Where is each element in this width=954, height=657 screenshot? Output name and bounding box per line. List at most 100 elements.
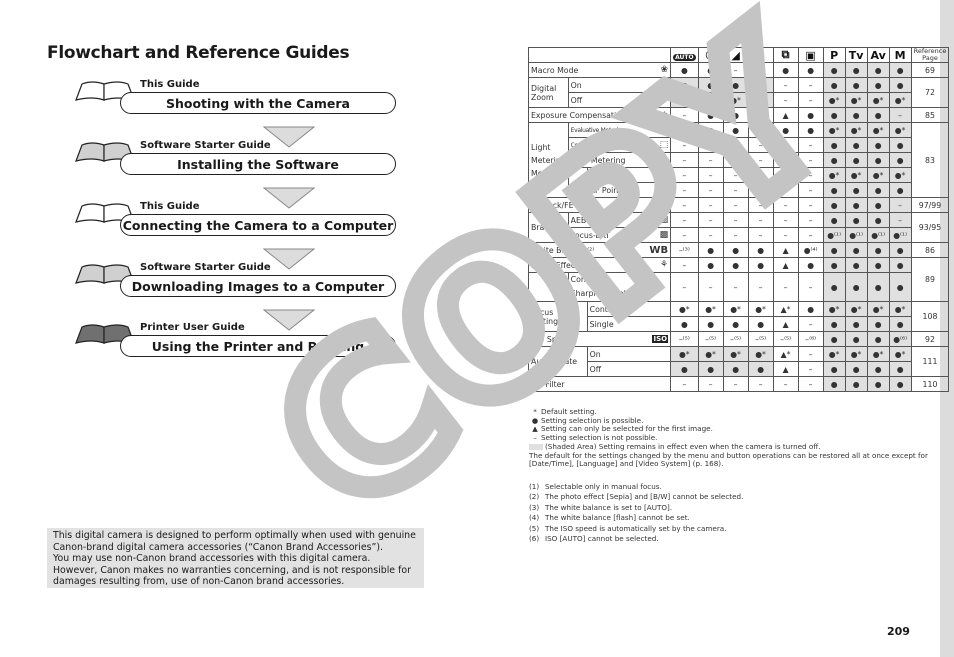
table-row: AF Point – – – – – – ● ● ● ● bbox=[529, 182, 949, 198]
table-cell: –⁽⁵⁾ bbox=[722, 331, 749, 347]
row-label: On bbox=[586, 346, 671, 362]
table-cell: ●* bbox=[822, 92, 846, 108]
footnote-text: The ISO speed is automatically set by th… bbox=[545, 523, 727, 533]
reference-page: 110 bbox=[910, 376, 950, 392]
row-label: Off bbox=[586, 361, 671, 377]
table-cell: – bbox=[772, 92, 799, 108]
table-cell: ●* bbox=[822, 122, 846, 138]
table-cell: ● bbox=[822, 137, 846, 153]
table-cell: ● bbox=[722, 257, 749, 273]
table-cell: ● bbox=[866, 77, 890, 93]
table-cell: ● bbox=[844, 152, 868, 168]
table-cell: ●* bbox=[822, 346, 846, 362]
table-cell: ● bbox=[844, 257, 868, 273]
reference-page: 92 bbox=[910, 331, 950, 347]
table-row: Off ●* ●* ●* ●* – – ●* ●* ●* ●* bbox=[529, 92, 949, 108]
table-row: White Balance⁽²⁾ WB –⁽³⁾ ● ● ● ▲ ●⁽⁴⁾ ● ● ● ● 86 bbox=[528, 242, 950, 258]
table-cell: – bbox=[772, 152, 799, 168]
settings-reference-table: AUTO ☺ ◢ ✶ ⧉ ▣ P Tv Av M Reference Page … bbox=[527, 47, 950, 392]
legend-text: Setting can only be selected for the fir… bbox=[541, 424, 713, 434]
table-cell: ●* bbox=[866, 167, 890, 183]
table-cell: ● bbox=[670, 62, 699, 78]
table-cell: ▲* bbox=[772, 301, 799, 317]
row-label: Evaluative Metering bbox=[567, 122, 648, 138]
table-cell: – bbox=[670, 197, 699, 213]
guide-label: This Guide bbox=[140, 201, 200, 212]
table-cell: – bbox=[722, 182, 749, 198]
table-cell: ●* bbox=[866, 301, 890, 317]
table-cell: ● bbox=[888, 272, 912, 302]
table-cell: –⁽⁵⁾ bbox=[670, 331, 699, 347]
table-cell: – bbox=[772, 272, 799, 302]
table-cell: ● bbox=[844, 316, 868, 332]
footnote: (3) The white balance is set to [AUTO]. bbox=[529, 503, 743, 513]
notice-line: Canon-brand digital camera accessories (… bbox=[53, 541, 384, 553]
footnote: (1) Selectable only in manual focus. bbox=[529, 482, 743, 492]
table-cell: ● bbox=[844, 197, 868, 213]
table-cell: ● bbox=[844, 361, 868, 377]
table-cell: ●* bbox=[866, 122, 890, 138]
reference-page: 111 bbox=[910, 346, 950, 377]
table-cell: ● bbox=[797, 62, 824, 78]
table-row: Contrast/Sharpness/Saturation – – – – – – ● ● ● ● bbox=[528, 272, 949, 302]
footnote-text: The white balance [flash] cannot be set. bbox=[545, 513, 690, 523]
table-cell: ●* bbox=[866, 346, 890, 362]
table-cell: – bbox=[747, 182, 774, 198]
table-cell: ● bbox=[844, 137, 868, 153]
table-cell: ● bbox=[866, 376, 890, 392]
iso-icon: ISO bbox=[647, 331, 672, 347]
table-cell: ●* bbox=[747, 92, 774, 108]
table-cell: – bbox=[747, 272, 774, 302]
table-cell: ●⁽¹⁾ bbox=[822, 227, 846, 243]
table-cell: ● bbox=[747, 122, 774, 138]
table-cell: ●* bbox=[888, 346, 912, 362]
table-cell: ● bbox=[866, 152, 890, 168]
reference-page: 93/95 bbox=[910, 212, 950, 243]
footnote-number: (5) bbox=[529, 523, 540, 533]
table-cell: ● bbox=[697, 107, 724, 123]
table-cell: ● bbox=[866, 182, 890, 198]
guide-label: Software Starter Guide bbox=[140, 262, 271, 273]
table-cell: – bbox=[670, 182, 699, 198]
table-row: Bracket AEB ▨ – – – – – – ● ● ● –93/95 bbox=[528, 212, 950, 243]
table-cell: ● bbox=[844, 376, 868, 392]
table-cell: ●* bbox=[822, 301, 846, 317]
focus-bracket-icon: ▩ bbox=[647, 227, 672, 243]
table-cell: ● bbox=[697, 257, 724, 273]
table-cell: ▲ bbox=[772, 242, 799, 258]
table-cell: ● bbox=[697, 77, 724, 93]
table-cell: – bbox=[747, 137, 774, 153]
legend-symbol: – bbox=[533, 433, 537, 443]
table-cell: ● bbox=[797, 257, 824, 273]
footnote-text: ISO [AUTO] cannot be selected. bbox=[545, 534, 659, 544]
row-label: Contrast/Sharpness/Saturation bbox=[567, 272, 671, 302]
table-cell: ● bbox=[670, 316, 699, 332]
reference-page: 108 bbox=[910, 301, 950, 332]
table-cell: –⁽⁶⁾ bbox=[797, 331, 824, 347]
table-cell: ● bbox=[888, 152, 912, 168]
reference-page: 97/99 bbox=[910, 197, 950, 213]
row-label: Photo Effect bbox=[528, 257, 648, 273]
table-cell: ●* bbox=[844, 301, 868, 317]
table-cell: – bbox=[722, 227, 749, 243]
table-cell: – bbox=[888, 197, 912, 213]
table-cell: – bbox=[670, 227, 699, 243]
row-label: AE Lock/FE Lock bbox=[528, 197, 648, 213]
ae-lock-icon: ✱ bbox=[647, 197, 672, 213]
table-cell: ● bbox=[888, 62, 912, 78]
footnote: (4) The white balance [flash] cannot be s… bbox=[529, 513, 743, 523]
table-cell: ● bbox=[822, 361, 846, 377]
table-cell: ●* bbox=[888, 122, 912, 138]
table-cell: – bbox=[747, 152, 774, 168]
default-note: [Date/Time], [Language] and [Video Syste… bbox=[529, 459, 724, 469]
table-cell: ●* bbox=[844, 167, 868, 183]
table-cell: ●* bbox=[822, 167, 846, 183]
table-cell: ●* bbox=[670, 92, 699, 108]
table-cell: ● bbox=[747, 62, 774, 78]
notice-line: damages resulting from, use of non-Canon… bbox=[53, 576, 345, 587]
aeb-icon: ▨ bbox=[647, 212, 672, 228]
table-cell: ● bbox=[888, 182, 912, 198]
flow-step: Printer User Guide Using the Printer and … bbox=[74, 321, 404, 361]
table-cell: ● bbox=[722, 242, 749, 258]
table-cell: ● bbox=[888, 77, 912, 93]
